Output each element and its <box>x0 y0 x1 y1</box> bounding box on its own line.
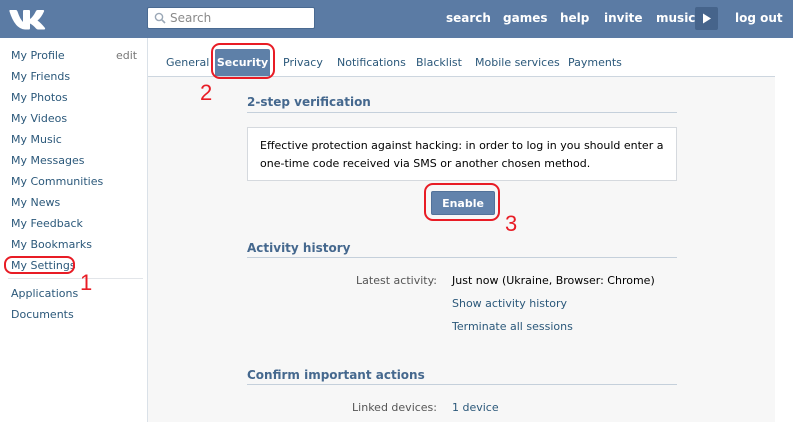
sidebar-item-my-messages[interactable]: My Messages <box>11 154 84 167</box>
music-play-button[interactable] <box>695 7 718 30</box>
confirm-actions-title: Confirm important actions <box>247 368 425 382</box>
section-divider <box>247 257 677 258</box>
annotation-marker-1: 1 <box>80 270 93 295</box>
sidebar-item-my-friends[interactable]: My Friends <box>11 70 70 83</box>
play-icon <box>703 13 711 24</box>
top-bar: Search search games help invite music lo… <box>0 0 793 38</box>
annotation-marker-2: 2 <box>200 80 213 105</box>
show-activity-history-link[interactable]: Show activity history <box>452 297 567 310</box>
search-placeholder: Search <box>170 11 212 25</box>
two-step-description: Effective protection against hacking: in… <box>247 127 677 181</box>
sidebar-item-my-bookmarks[interactable]: My Bookmarks <box>11 238 92 251</box>
nav-search[interactable]: search <box>446 11 491 25</box>
nav-invite[interactable]: invite <box>604 11 642 25</box>
section-divider <box>247 384 677 385</box>
annotation-ring-settings <box>4 256 75 274</box>
sidebar-item-documents[interactable]: Documents <box>11 308 74 321</box>
tab-mobile-services[interactable]: Mobile services <box>475 56 560 69</box>
nav-music[interactable]: music <box>656 11 695 25</box>
sidebar-item-applications[interactable]: Applications <box>11 287 78 300</box>
vk-logo-icon[interactable] <box>8 6 48 32</box>
tab-payments[interactable]: Payments <box>568 56 622 69</box>
linked-devices-label: Linked devices: <box>352 401 437 414</box>
edit-profile-link[interactable]: edit <box>116 49 137 62</box>
activity-history-title: Activity history <box>247 241 351 255</box>
sidebar-item-my-music[interactable]: My Music <box>11 133 62 146</box>
latest-activity-label: Latest activity: <box>356 274 437 287</box>
linked-devices-link[interactable]: 1 device <box>452 401 499 414</box>
sidebar-item-my-news[interactable]: My News <box>11 196 60 209</box>
search-icon <box>154 12 166 24</box>
sidebar-item-my-profile[interactable]: My Profile <box>11 49 65 62</box>
terminate-sessions-link[interactable]: Terminate all sessions <box>452 320 573 333</box>
annotation-ring-enable <box>424 183 500 221</box>
tab-blacklist[interactable]: Blacklist <box>416 56 462 69</box>
right-margin <box>775 38 793 422</box>
sidebar-divider <box>8 278 143 279</box>
two-step-title: 2-step verification <box>247 95 371 109</box>
sidebar-item-my-photos[interactable]: My Photos <box>11 91 68 104</box>
nav-help[interactable]: help <box>560 11 589 25</box>
section-divider <box>247 112 677 113</box>
tab-privacy[interactable]: Privacy <box>283 56 323 69</box>
sidebar-item-my-communities[interactable]: My Communities <box>11 175 103 188</box>
nav-log-out[interactable]: log out <box>735 11 783 25</box>
settings-panel: General Security Privacy Notifications B… <box>147 38 793 422</box>
annotation-marker-3: 3 <box>505 211 518 236</box>
nav-games[interactable]: games <box>503 11 547 25</box>
sidebar-item-my-videos[interactable]: My Videos <box>11 112 67 125</box>
tab-general[interactable]: General <box>166 56 209 69</box>
annotation-ring-security-tab <box>211 43 275 79</box>
latest-activity-value: Just now (Ukraine, Browser: Chrome) <box>452 274 655 287</box>
sidebar-item-my-feedback[interactable]: My Feedback <box>11 217 83 230</box>
search-input[interactable]: Search <box>147 7 315 29</box>
tab-notifications[interactable]: Notifications <box>337 56 406 69</box>
